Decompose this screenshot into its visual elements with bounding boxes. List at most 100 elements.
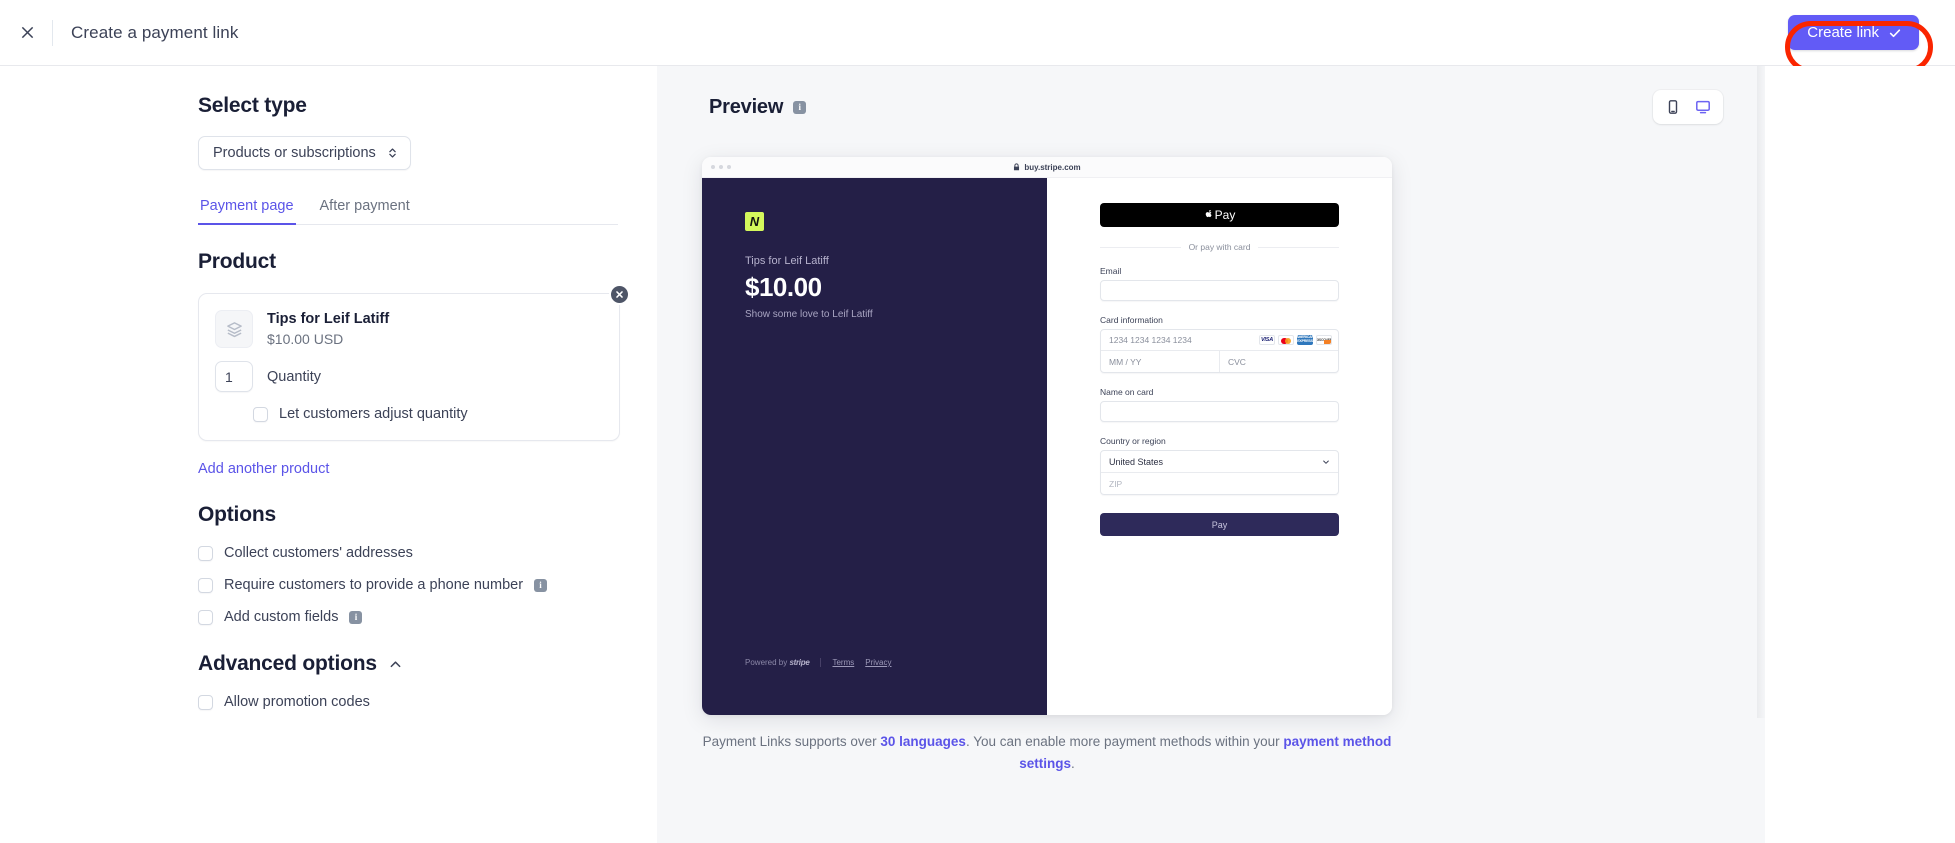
type-select[interactable]: Products or subscriptions	[198, 136, 411, 170]
device-mobile-button[interactable]	[1660, 95, 1686, 119]
card-brand-icons: VISA AMERICANEXPRESS DISCOVER	[1259, 335, 1332, 345]
remove-product-button[interactable]	[609, 284, 630, 305]
window-dot	[719, 165, 723, 169]
topbar-actions: Create link	[1785, 15, 1955, 73]
card-expiry-input[interactable]: MM / YY	[1101, 351, 1220, 372]
divider-line	[1100, 246, 1181, 248]
product-card-wrapper: Tips for Leif Latiff $10.00 USD Quantity…	[198, 284, 630, 442]
collect-addresses-label: Collect customers' addresses	[224, 545, 413, 562]
country-region-label: Country or region	[1100, 436, 1166, 446]
checkout-form-panel: Pay Or pay with card Email Card informat…	[1047, 178, 1392, 715]
email-label: Email	[1100, 266, 1122, 276]
or-divider-text: Or pay with card	[1188, 242, 1251, 252]
country-value: United States	[1109, 456, 1164, 467]
adjust-quantity-label: Let customers adjust quantity	[279, 406, 468, 423]
powered-by-text: Powered by stripe	[745, 658, 810, 667]
adjust-quantity-row: Let customers adjust quantity	[253, 406, 603, 422]
custom-fields-checkbox[interactable]	[198, 609, 213, 625]
checkout-footer: Powered by stripe Terms Privacy	[745, 658, 892, 667]
preview-footnote: Payment Links supports over 30 languages…	[702, 731, 1392, 775]
checkout-product-name: Tips for Leif Latiff	[745, 255, 829, 267]
mobile-icon	[1668, 100, 1678, 114]
footer-divider	[820, 658, 822, 667]
window-dot	[711, 165, 715, 169]
device-toggle	[1653, 90, 1723, 124]
add-another-product-link[interactable]: Add another product	[198, 461, 329, 477]
right-background-panel	[1765, 66, 1955, 843]
apple-pay-button[interactable]: Pay	[1100, 203, 1339, 227]
promotion-codes-checkbox[interactable]	[198, 694, 213, 710]
terms-link[interactable]: Terms	[832, 658, 854, 667]
languages-link[interactable]: 30 languages	[880, 734, 966, 749]
browser-url-bar: buy.stripe.com	[967, 163, 1127, 172]
privacy-link[interactable]: Privacy	[865, 658, 891, 667]
advanced-options-list: Allow promotion codes	[198, 694, 657, 710]
topbar: Create a payment link Create link	[0, 0, 1955, 73]
promotion-codes-label: Allow promotion codes	[224, 694, 370, 711]
product-thumbnail	[215, 310, 253, 349]
product-summary: Tips for Leif Latiff $10.00 USD	[215, 310, 603, 349]
adjust-quantity-checkbox[interactable]	[253, 406, 268, 422]
amex-icon: AMERICAN EXPRESS	[1296, 335, 1314, 345]
device-desktop-button[interactable]	[1690, 95, 1716, 119]
options-heading: Options	[198, 503, 276, 527]
info-icon[interactable]: i	[349, 610, 363, 624]
create-link-button[interactable]: Create link	[1788, 15, 1919, 50]
require-phone-checkbox[interactable]	[198, 577, 213, 593]
browser-url: buy.stripe.com	[1024, 162, 1081, 172]
email-input[interactable]	[1100, 280, 1339, 301]
collect-addresses-checkbox[interactable]	[198, 545, 213, 561]
preview-header: Preview i	[657, 66, 1765, 124]
powered-by-prefix: Powered by	[745, 658, 788, 667]
country-select[interactable]: United States	[1101, 451, 1338, 473]
options-list: Collect customers' addresses Require cus…	[198, 545, 657, 625]
settings-tabs: Payment page After payment	[198, 198, 618, 225]
card-cvc-input[interactable]: CVC	[1220, 351, 1338, 372]
name-on-card-input[interactable]	[1100, 401, 1339, 422]
chevron-updown-icon	[389, 148, 396, 158]
preview-panel: Preview i buy.stripe.com N Tips for Leif…	[657, 66, 1765, 843]
box-icon	[226, 321, 242, 337]
apple-icon	[1205, 209, 1212, 217]
chevron-down-icon	[1323, 460, 1329, 464]
advanced-options-heading: Advanced options	[198, 652, 377, 676]
product-name: Tips for Leif Latiff	[267, 311, 390, 327]
close-circle-icon	[616, 291, 623, 298]
browser-chrome: buy.stripe.com	[702, 157, 1392, 178]
window-dot	[727, 165, 731, 169]
checkout-page: N Tips for Leif Latiff $10.00 Show some …	[702, 178, 1392, 715]
card-information-group: 1234 1234 1234 1234 VISA AMERICAN EXPRESS…	[1100, 329, 1339, 373]
quantity-row: Quantity	[215, 361, 603, 393]
tab-after-payment[interactable]: After payment	[318, 198, 412, 225]
discover-icon: DISCOVER	[1316, 335, 1332, 345]
topbar-divider	[52, 19, 53, 46]
mastercard-icon	[1278, 335, 1294, 345]
product-details: Tips for Leif Latiff $10.00 USD	[267, 310, 389, 348]
tab-payment-page[interactable]: Payment page	[198, 198, 296, 225]
card-number-input[interactable]: 1234 1234 1234 1234 VISA AMERICAN EXPRESS…	[1101, 330, 1338, 351]
payment-link-editor: Create a payment link Create link Select…	[0, 0, 1955, 843]
option-custom-fields: Add custom fields i	[198, 609, 657, 625]
card-number-placeholder: 1234 1234 1234 1234	[1109, 335, 1192, 345]
quantity-label: Quantity	[267, 368, 321, 385]
footnote-part2: . You can enable more payment methods wi…	[965, 734, 1284, 749]
desktop-icon	[1696, 100, 1710, 114]
custom-fields-label: Add custom fields	[224, 609, 339, 626]
merchant-logo: N	[745, 212, 764, 231]
name-on-card-label: Name on card	[1100, 387, 1154, 397]
pay-button[interactable]: Pay	[1100, 513, 1339, 536]
product-card: Tips for Leif Latiff $10.00 USD Quantity…	[198, 293, 620, 442]
create-link-label: Create link	[1807, 24, 1879, 41]
select-type-heading: Select type	[198, 94, 307, 117]
country-zip-group: United States ZIP	[1100, 450, 1339, 495]
page-title: Create a payment link	[71, 22, 239, 42]
card-expiry-cvc-row: MM / YY CVC	[1101, 351, 1338, 372]
advanced-options-toggle[interactable]: Advanced options	[198, 652, 657, 676]
info-icon[interactable]: i	[793, 100, 807, 114]
window-dots	[711, 165, 731, 169]
zip-input[interactable]: ZIP	[1101, 473, 1338, 494]
type-select-value: Products or subscriptions	[213, 145, 376, 161]
info-icon[interactable]: i	[534, 578, 548, 592]
quantity-input[interactable]	[215, 361, 253, 393]
close-button[interactable]	[14, 20, 40, 46]
